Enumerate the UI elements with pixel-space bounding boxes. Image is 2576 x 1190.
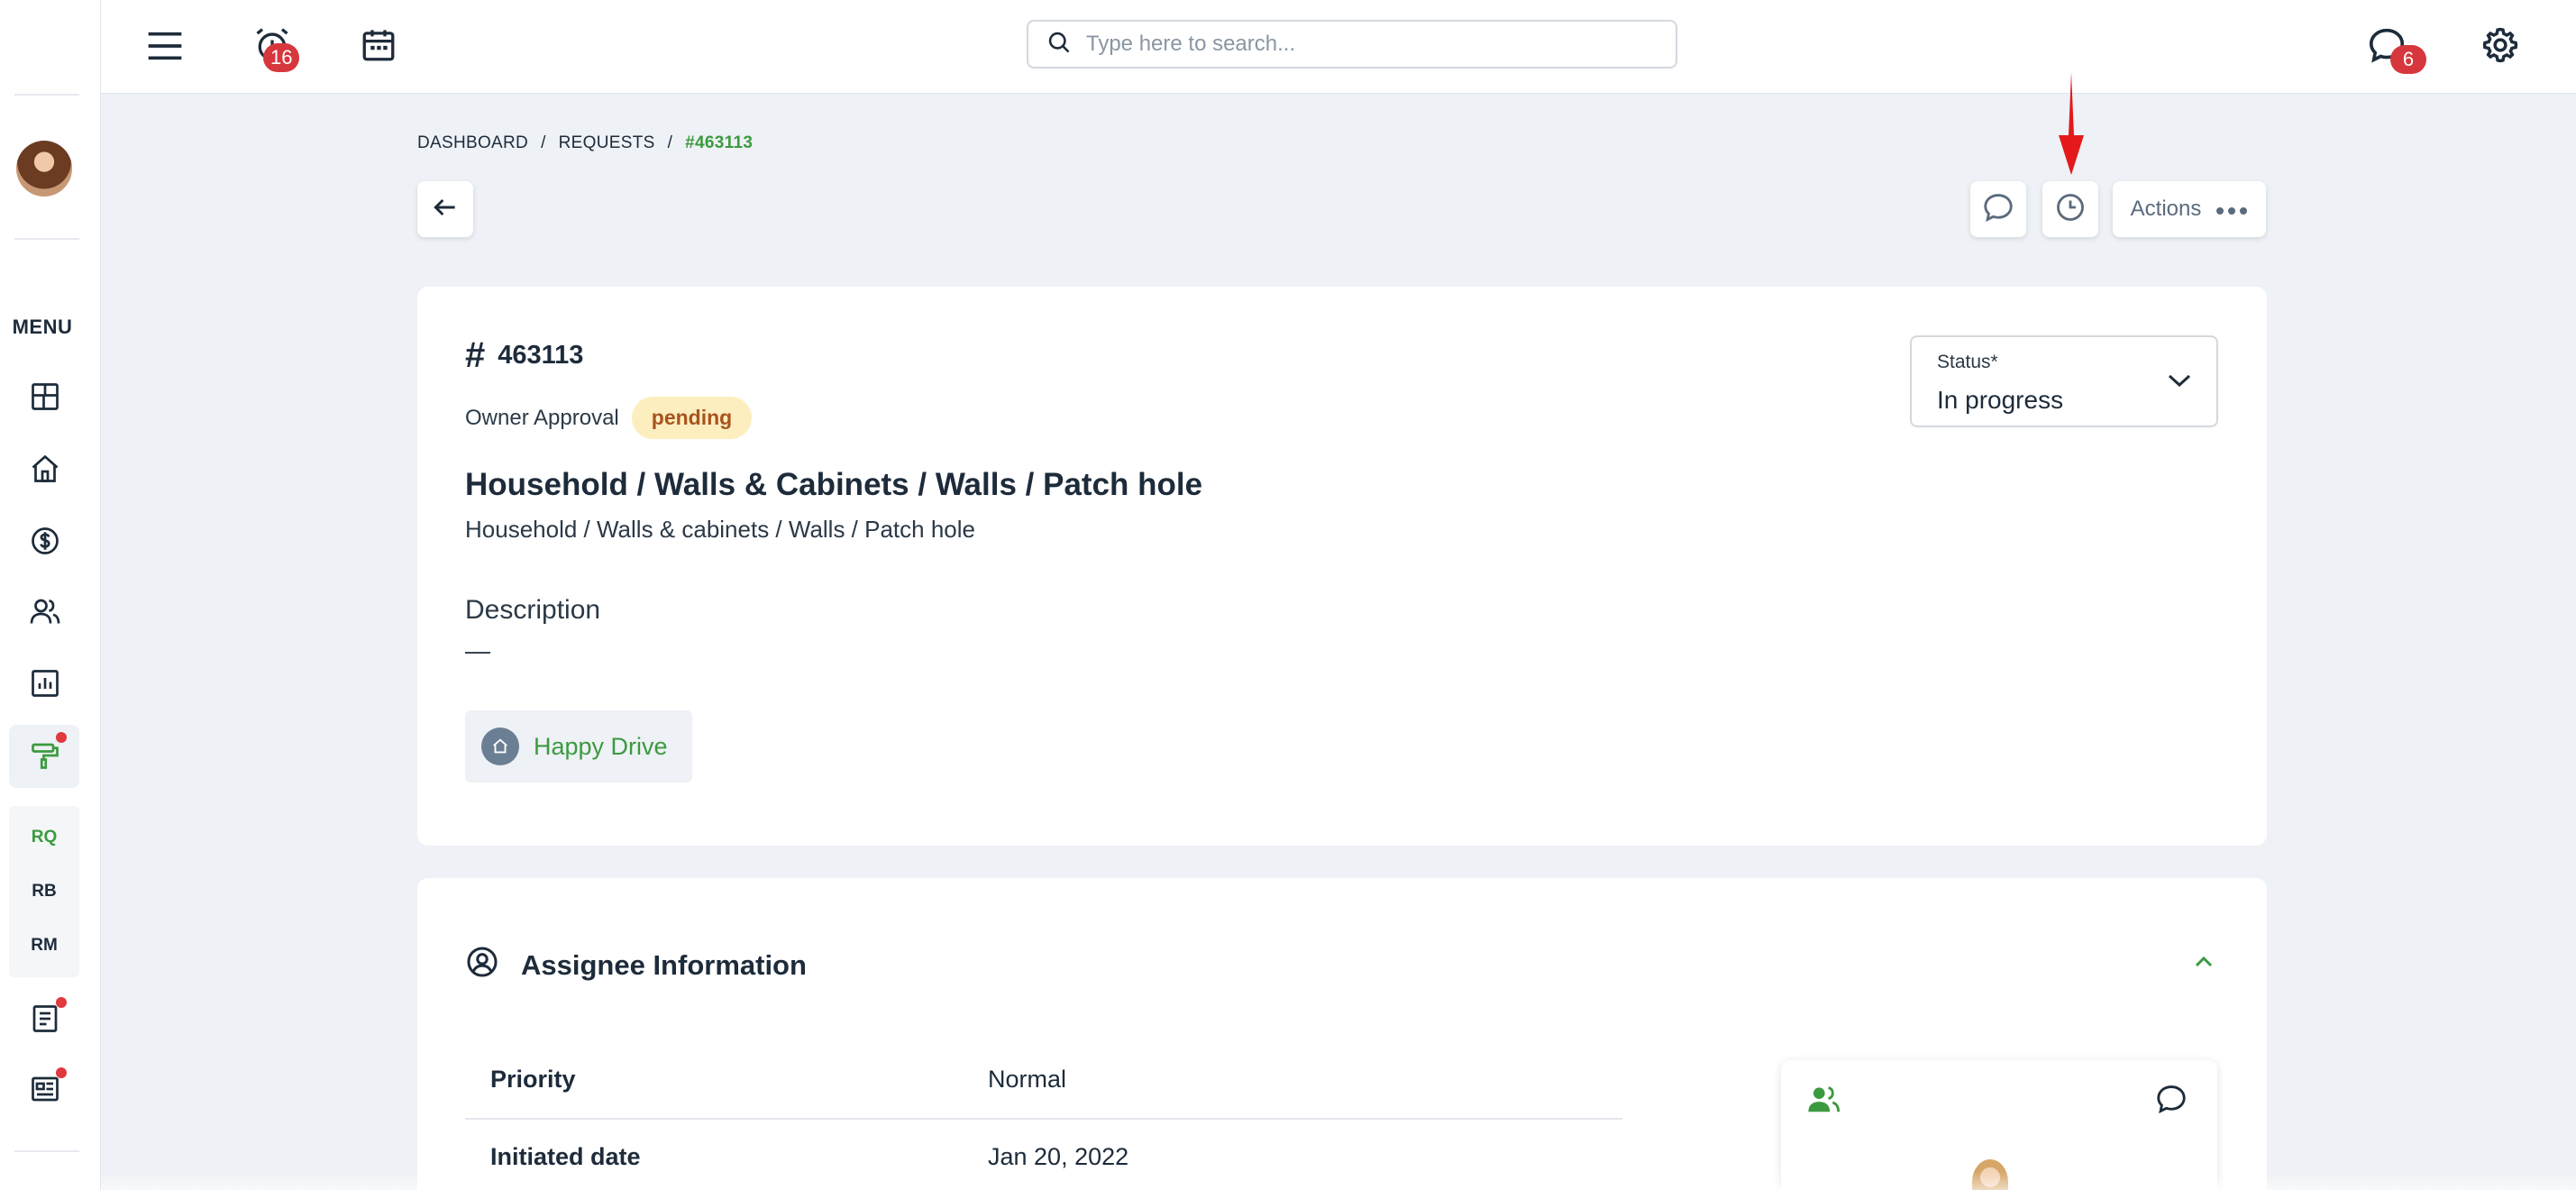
info-value: Normal: [988, 1066, 1067, 1093]
status-value: In progress: [1937, 386, 2064, 414]
property-chip[interactable]: Happy Drive: [465, 710, 692, 783]
assignee-title: Assignee Information: [521, 949, 807, 981]
bottom-fade: [101, 1172, 2576, 1190]
chat-bubble-icon: [1981, 190, 2015, 229]
users-icon[interactable]: [1806, 1082, 1841, 1121]
sidebar-divider: [14, 238, 79, 240]
info-key: Priority: [490, 1066, 576, 1093]
sidebar-divider: [14, 1150, 79, 1152]
owner-approval: Owner Approval pending: [465, 397, 753, 439]
alarm-badge: 16: [263, 43, 300, 72]
reports-chart-icon[interactable]: [25, 664, 65, 703]
request-id: # 463113: [465, 335, 583, 376]
dashboard-icon[interactable]: [25, 377, 65, 416]
status-select[interactable]: Status* In progress: [1910, 335, 2218, 427]
calendar-icon[interactable]: [353, 20, 404, 70]
info-key: Initiated date: [490, 1143, 641, 1170]
sidebar-divider: [14, 94, 79, 96]
sidebar-subitem-rm[interactable]: RM: [0, 936, 88, 956]
info-row-priority: Priority Normal: [465, 1042, 1622, 1120]
breadcrumb: DASHBOARD / REQUESTS / #463113: [417, 133, 753, 153]
description-label: Description: [465, 595, 601, 625]
notification-dot: [56, 732, 67, 743]
request-category: Household / Walls & cabinets / Walls / P…: [465, 516, 975, 543]
back-button[interactable]: [417, 181, 473, 237]
request-title: Household / Walls & Cabinets / Walls / P…: [465, 467, 1203, 502]
chat-bubble-icon[interactable]: [2154, 1082, 2188, 1121]
more-dots-icon: [2215, 197, 2248, 222]
breadcrumb-current: #463113: [685, 133, 754, 152]
menu-label: MENU: [12, 316, 73, 338]
notification-dot: [56, 997, 67, 1008]
hamburger-menu-icon[interactable]: [142, 23, 187, 69]
gear-icon[interactable]: [2475, 20, 2526, 70]
annotation-arrow-icon: [2055, 72, 2087, 181]
status-label: Status*: [1937, 352, 1998, 372]
user-avatar[interactable]: [16, 141, 72, 197]
approval-label: Owner Approval: [465, 405, 619, 430]
info-value: Jan 20, 2022: [988, 1143, 1129, 1170]
home-icon[interactable]: [25, 449, 65, 489]
breadcrumb-separator: /: [541, 133, 546, 152]
chevron-down-icon: [2166, 371, 2193, 394]
search-icon: [1046, 30, 1072, 60]
house-icon: [481, 728, 519, 765]
hash-icon: #: [465, 335, 486, 375]
chevron-up-icon[interactable]: [2190, 948, 2217, 980]
status-badge: pending: [631, 397, 753, 439]
user-circle-icon: [465, 945, 499, 986]
history-button[interactable]: [2042, 181, 2098, 237]
assignee-section-header: Assignee Information: [465, 945, 807, 986]
search-input[interactable]: [1086, 32, 1627, 57]
actions-label: Actions: [2130, 197, 2202, 221]
clock-icon: [2054, 191, 2087, 228]
request-id-value: 463113: [498, 341, 584, 370]
assignee-side-panel: [1781, 1060, 2217, 1190]
description-value: —: [465, 636, 490, 664]
breadcrumb-separator: /: [667, 133, 673, 152]
breadcrumb-dashboard[interactable]: DASHBOARD: [417, 133, 528, 153]
actions-button[interactable]: Actions: [2113, 181, 2266, 237]
notification-dot: [56, 1067, 67, 1078]
arrow-left-icon: [431, 193, 460, 226]
chat-badge: 6: [2390, 45, 2426, 74]
top-bar: 16 6: [101, 0, 2576, 94]
dollar-icon[interactable]: [25, 521, 65, 561]
property-name: Happy Drive: [534, 732, 668, 760]
comments-button[interactable]: [1970, 181, 2026, 237]
left-sidebar: MENU RQ RB RM: [0, 0, 101, 1190]
search-bar: [1027, 20, 1677, 69]
breadcrumb-requests[interactable]: REQUESTS: [559, 133, 655, 153]
sidebar-subitem-rq[interactable]: RQ: [0, 828, 88, 847]
people-icon[interactable]: [25, 591, 65, 631]
sidebar-subitem-rb[interactable]: RB: [0, 882, 88, 902]
